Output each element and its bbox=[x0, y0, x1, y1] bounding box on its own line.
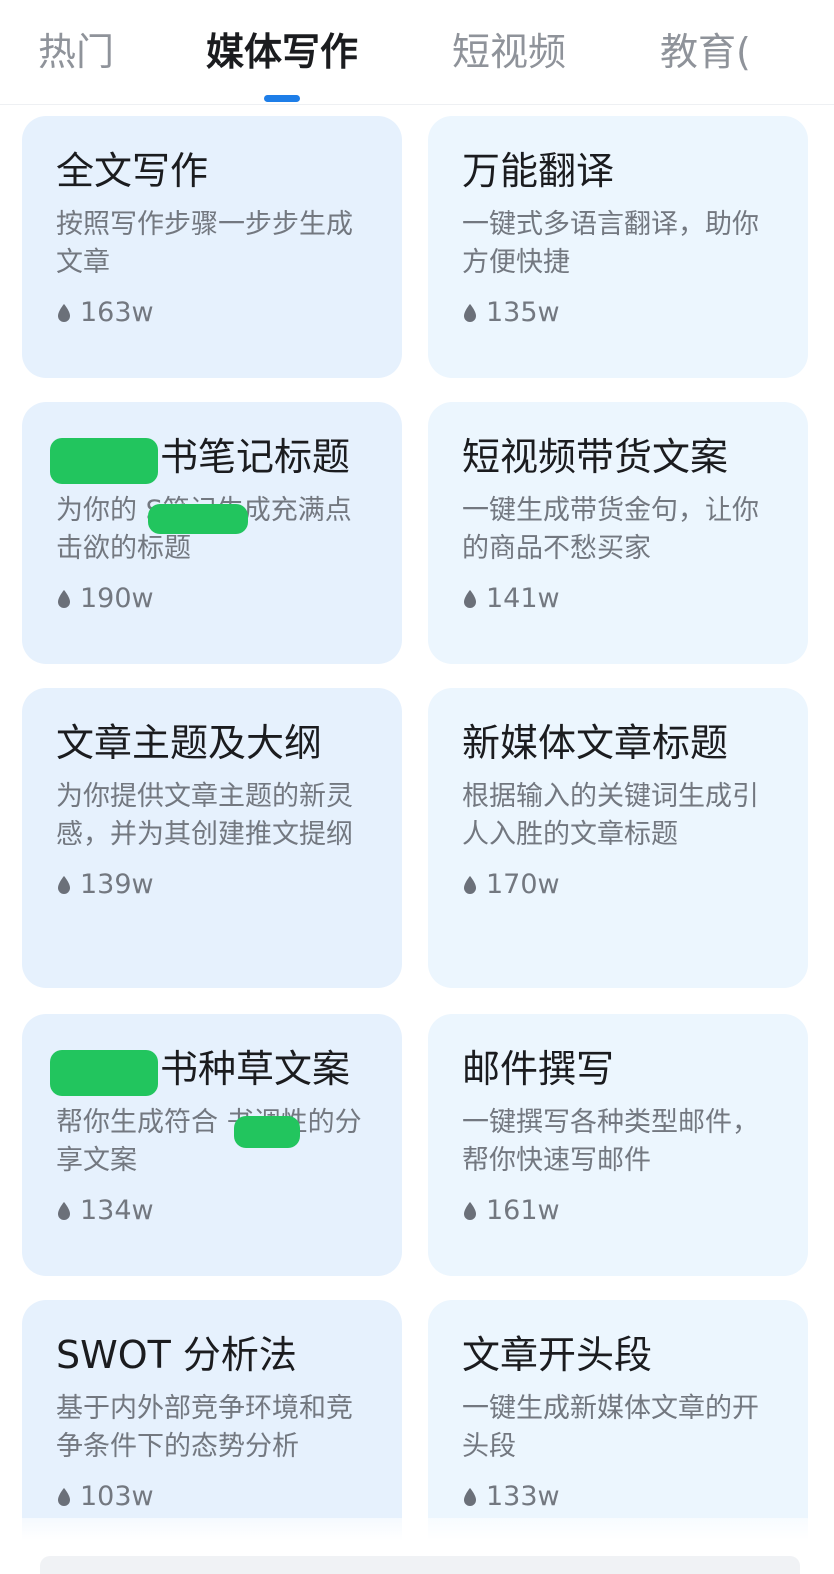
card-usage-count: 190w bbox=[56, 582, 372, 616]
card-usage-count: 161w bbox=[462, 1194, 778, 1228]
card-usage-count: 103w bbox=[56, 1480, 372, 1514]
redaction-block bbox=[50, 438, 158, 484]
card-seeding-copy[interactable]: 书种草文案 帮你生成符合 书调性的分享文案 134w bbox=[22, 1014, 402, 1276]
card-universal-translation[interactable]: 万能翻译 一键式多语言翻译，助你方便快捷 135w bbox=[428, 116, 808, 378]
tab-overflow-fade bbox=[754, 20, 834, 80]
category-tab-bar: 热门 媒体写作 短视频 教育( bbox=[0, 0, 834, 105]
card-title: 万能翻译 bbox=[462, 149, 615, 193]
card-description: 一键式多语言翻译，助你方便快捷 bbox=[462, 209, 759, 278]
flame-icon bbox=[58, 304, 70, 322]
card-title: 短视频带货文案 bbox=[462, 435, 729, 479]
card-usage-count: 134w bbox=[56, 1194, 372, 1228]
card-description: 为你提供文章主题的新灵感，并为其创建推文提纲 bbox=[56, 781, 353, 850]
flame-icon bbox=[58, 876, 70, 894]
card-usage-count: 141w bbox=[462, 582, 778, 616]
flame-icon bbox=[464, 1488, 476, 1506]
card-notes-title[interactable]: 书笔记标题 为你的 S笔记生成充满点击欲的标题 190w bbox=[22, 402, 402, 664]
card-title: 邮件撰写 bbox=[462, 1047, 615, 1091]
card-description: 一键撰写各种类型邮件，帮你快速写邮件 bbox=[462, 1107, 759, 1176]
flame-icon bbox=[464, 590, 476, 608]
bottom-input-bar[interactable] bbox=[40, 1556, 800, 1574]
card-description: 按照写作步骤一步步生成文章 bbox=[56, 209, 353, 278]
flame-icon bbox=[58, 1202, 70, 1220]
flame-icon bbox=[58, 1488, 70, 1506]
flame-icon bbox=[58, 590, 70, 608]
card-description: 根据输入的关键词生成引人入胜的文章标题 bbox=[462, 781, 759, 850]
card-description: 一键生成带货金句，让你的商品不愁买家 bbox=[462, 495, 759, 564]
card-title: 新媒体文章标题 bbox=[462, 721, 729, 765]
card-title: 书笔记标题 bbox=[160, 435, 351, 479]
card-usage-count: 133w bbox=[462, 1480, 778, 1514]
card-title: 书种草文案 bbox=[160, 1047, 351, 1091]
card-description: 基于内外部竞争环境和竞争条件下的态势分析 bbox=[56, 1393, 353, 1462]
redaction-block bbox=[234, 1116, 300, 1148]
card-short-video-copy[interactable]: 短视频带货文案 一键生成带货金句，让你的商品不愁买家 141w bbox=[428, 402, 808, 664]
card-email-writing[interactable]: 邮件撰写 一键撰写各种类型邮件，帮你快速写邮件 161w bbox=[428, 1014, 808, 1276]
card-title: 文章主题及大纲 bbox=[56, 721, 323, 765]
card-description: 帮你生成符合 书调性的分享文案 bbox=[56, 1107, 362, 1176]
tab-short-video[interactable]: 短视频 bbox=[452, 30, 566, 74]
card-title: 文章开头段 bbox=[462, 1333, 653, 1377]
tab-media-writing[interactable]: 媒体写作 bbox=[206, 30, 358, 74]
card-title: SWOT 分析法 bbox=[56, 1333, 297, 1377]
card-usage-count: 135w bbox=[462, 296, 778, 330]
tab-hot[interactable]: 热门 bbox=[38, 30, 114, 74]
flame-icon bbox=[464, 304, 476, 322]
card-topic-outline[interactable]: 文章主题及大纲 为你提供文章主题的新灵感，并为其创建推文提纲 139w bbox=[22, 688, 402, 988]
flame-icon bbox=[464, 876, 476, 894]
card-usage-count: 170w bbox=[462, 868, 778, 902]
card-description: 一键生成新媒体文章的开头段 bbox=[462, 1393, 759, 1462]
tab-education[interactable]: 教育( bbox=[660, 30, 751, 74]
card-new-media-title[interactable]: 新媒体文章标题 根据输入的关键词生成引人入胜的文章标题 170w bbox=[428, 688, 808, 988]
card-usage-count: 163w bbox=[56, 296, 372, 330]
card-full-text-writing[interactable]: 全文写作 按照写作步骤一步步生成文章 163w bbox=[22, 116, 402, 378]
flame-icon bbox=[464, 1202, 476, 1220]
redaction-block bbox=[148, 504, 248, 534]
redaction-block bbox=[50, 1050, 158, 1096]
card-usage-count: 139w bbox=[56, 868, 372, 902]
active-tab-indicator bbox=[264, 95, 300, 102]
card-title: 全文写作 bbox=[56, 149, 209, 193]
